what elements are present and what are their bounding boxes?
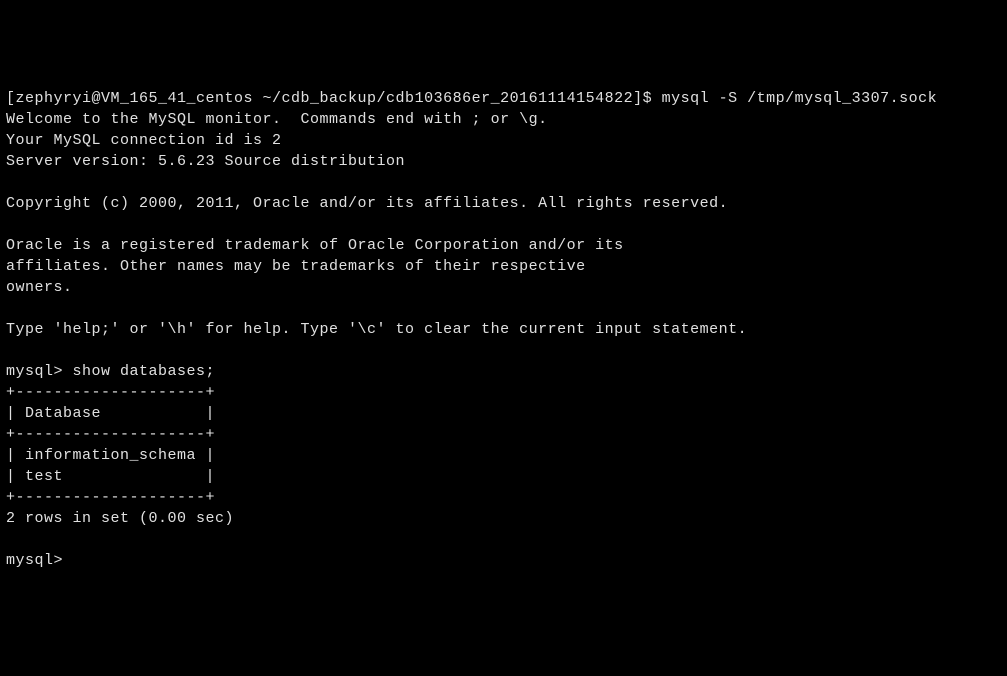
mysql-command[interactable]: show databases; (73, 363, 216, 380)
trademark-line-3: owners. (6, 277, 1001, 298)
welcome-line-1: Welcome to the MySQL monitor. Commands e… (6, 109, 1001, 130)
help-line: Type 'help;' or '\h' for help. Type '\c'… (6, 319, 1001, 340)
blank-line (6, 529, 1001, 550)
copyright-line: Copyright (c) 2000, 2011, Oracle and/or … (6, 193, 1001, 214)
mysql-prompt: mysql> (6, 552, 73, 569)
trademark-line-1: Oracle is a registered trademark of Orac… (6, 235, 1001, 256)
mysql-prompt-line-1: mysql> show databases; (6, 361, 1001, 382)
table-border-top: +--------------------+ (6, 382, 1001, 403)
welcome-line-2: Your MySQL connection id is 2 (6, 130, 1001, 151)
blank-line (6, 172, 1001, 193)
shell-line: [zephyryi@VM_165_41_centos ~/cdb_backup/… (6, 88, 1001, 109)
blank-line (6, 214, 1001, 235)
mysql-prompt: mysql> (6, 363, 73, 380)
blank-line (6, 340, 1001, 361)
table-row-2: | test | (6, 466, 1001, 487)
table-border-mid: +--------------------+ (6, 424, 1001, 445)
trademark-line-2: affiliates. Other names may be trademark… (6, 256, 1001, 277)
shell-command[interactable]: mysql -S /tmp/mysql_3307.sock (662, 90, 938, 107)
mysql-prompt-line-2[interactable]: mysql> (6, 550, 1001, 571)
shell-prompt: [zephyryi@VM_165_41_centos ~/cdb_backup/… (6, 90, 662, 107)
table-header: | Database | (6, 403, 1001, 424)
welcome-line-3: Server version: 5.6.23 Source distributi… (6, 151, 1001, 172)
table-border-bottom: +--------------------+ (6, 487, 1001, 508)
result-line: 2 rows in set (0.00 sec) (6, 508, 1001, 529)
blank-line (6, 298, 1001, 319)
table-row-1: | information_schema | (6, 445, 1001, 466)
